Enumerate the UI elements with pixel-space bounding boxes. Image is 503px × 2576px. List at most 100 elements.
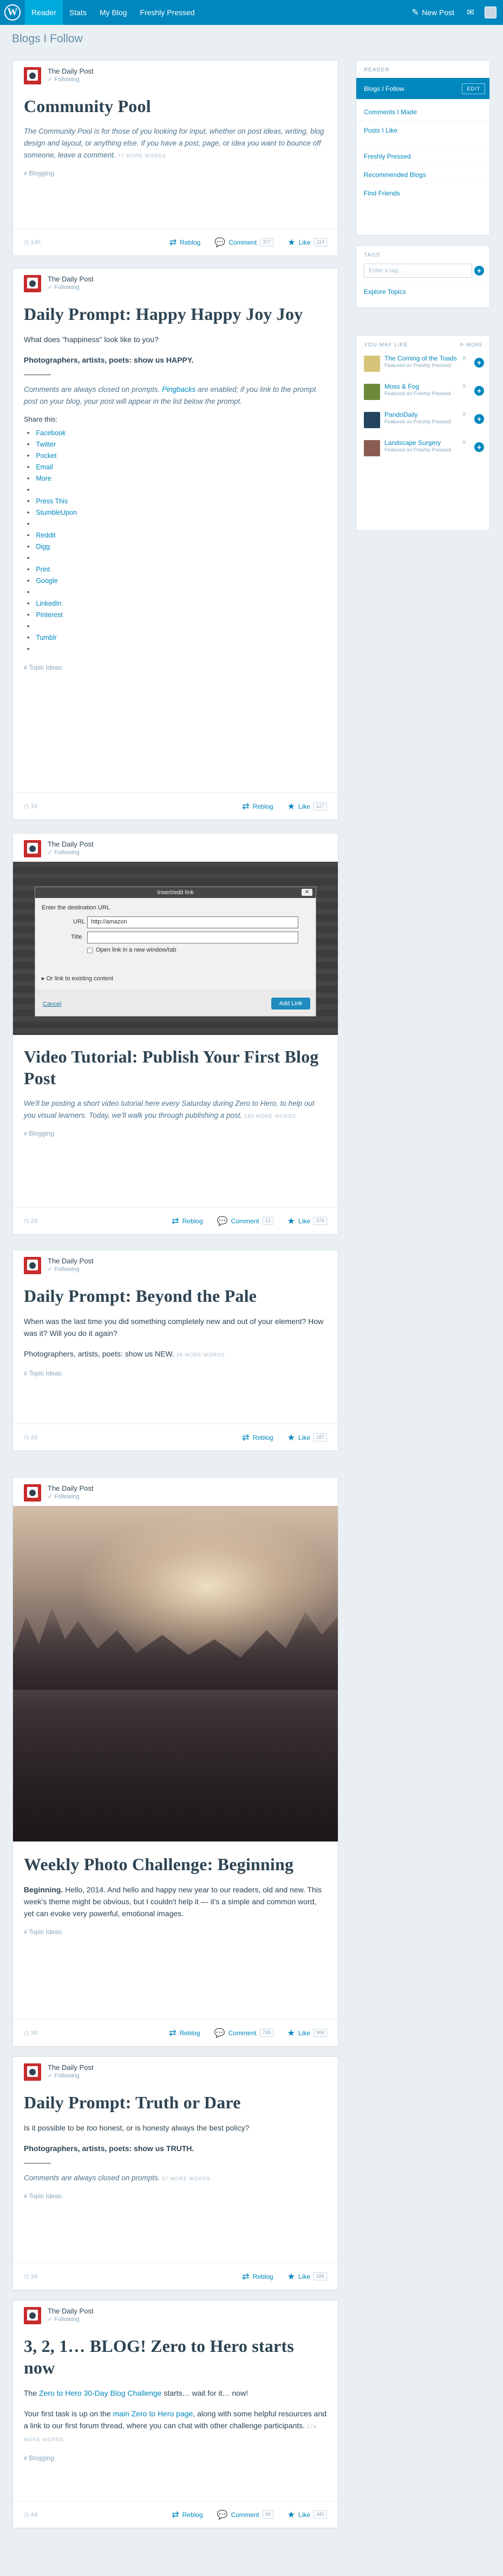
rec-thumbnail[interactable] (364, 356, 380, 372)
following-badge[interactable]: Following (48, 284, 79, 291)
sidebar-item-freshly-pressed[interactable]: Freshly Pressed (356, 147, 489, 165)
dismiss-icon[interactable]: ✕ (462, 439, 467, 446)
recommendation-item[interactable]: PandoDaily Featured on Freshly Pressed ✕ + (356, 409, 489, 437)
site-avatar[interactable] (24, 67, 41, 84)
following-badge[interactable]: Following (48, 1493, 79, 1500)
dismiss-icon[interactable]: ✕ (462, 355, 467, 362)
dismiss-icon[interactable]: ✕ (462, 383, 467, 390)
site-avatar[interactable] (24, 2063, 41, 2081)
challenge-link[interactable]: Zero to Hero 30-Day Blog Challenge (39, 2389, 161, 2397)
share-item[interactable]: Pocket (27, 450, 327, 462)
post-tag[interactable]: Topic Ideas (24, 664, 327, 671)
reblog-button[interactable]: ⇄ Reblog (242, 1432, 273, 1443)
follow-button[interactable]: + (474, 386, 484, 396)
share-item[interactable]: Email (27, 462, 327, 473)
recommendation-item[interactable]: Moss & Fog Featured on Freshly Pressed ✕ + (356, 381, 489, 409)
rec-thumbnail[interactable] (364, 412, 380, 428)
rec-title[interactable]: Moss & Fog (384, 383, 482, 391)
rec-title[interactable]: Landscape Surgery (384, 439, 482, 447)
rec-title[interactable]: PandoDaily (384, 411, 482, 419)
post-tag[interactable]: Blogging (24, 2454, 327, 2462)
share-item[interactable]: Press This (27, 496, 327, 507)
post-title[interactable]: Weekly Photo Challenge: Beginning (24, 1853, 327, 1875)
site-name[interactable]: The Daily Post (48, 1484, 94, 1492)
reblog-button[interactable]: ⇄ Reblog (172, 2509, 202, 2520)
explore-topics-link[interactable]: Explore Topics (356, 282, 489, 300)
comment-button[interactable]: 💬 Comment 377 (214, 237, 274, 248)
reblog-button[interactable]: ⇄ Reblog (169, 237, 200, 248)
rec-title[interactable]: The Coming of the Toads (384, 355, 482, 363)
comment-button[interactable]: 💬 Comment 748 (214, 2028, 273, 2038)
like-button[interactable]: ★ Like 186 (288, 2271, 327, 2282)
site-name[interactable]: The Daily Post (48, 1257, 94, 1265)
like-button[interactable]: ★ Like 114 (288, 237, 327, 248)
like-button[interactable]: ★ Like 480 (288, 2509, 327, 2520)
follow-button[interactable]: + (474, 358, 484, 368)
following-badge[interactable]: Following (48, 849, 79, 856)
site-name[interactable]: The Daily Post (48, 67, 94, 75)
more-words[interactable]: 180 MORE WORDS (244, 1113, 296, 1119)
recommendation-item[interactable]: Landscape Surgery Featured on Freshly Pre… (356, 437, 489, 465)
share-item[interactable]: Tumblr (27, 632, 327, 644)
more-words[interactable]: 77 MORE WORDS (118, 153, 167, 159)
wordpress-logo[interactable]: W (0, 0, 25, 25)
site-name[interactable]: The Daily Post (48, 840, 94, 848)
tag-input[interactable]: Enter a tag... (364, 264, 472, 278)
post-tag[interactable]: Topic Ideas (24, 1369, 327, 1377)
sidebar-item-comments[interactable]: Comments I Made (356, 102, 489, 121)
post-time[interactable]: 4d (24, 2511, 158, 2518)
new-post-button[interactable]: ✎ New Post (407, 0, 456, 25)
post-featured-image[interactable] (13, 1506, 338, 1841)
following-badge[interactable]: Following (48, 1266, 79, 1273)
share-item[interactable]: StumbleUpon (27, 507, 327, 519)
rec-thumbnail[interactable] (364, 440, 380, 456)
share-item[interactable]: Google (27, 575, 327, 587)
share-item[interactable]: LinkedIn (27, 598, 327, 609)
edit-button[interactable]: EDIT (462, 83, 485, 94)
site-name[interactable]: The Daily Post (48, 275, 94, 283)
sidebar-item-blogs-follow[interactable]: Blogs I Follow EDIT (356, 77, 489, 99)
share-item[interactable]: More (27, 473, 327, 484)
following-badge[interactable]: Following (48, 76, 79, 83)
following-badge[interactable]: Following (48, 2072, 79, 2079)
post-title[interactable]: Daily Prompt: Truth or Dare (24, 2092, 327, 2113)
following-badge[interactable]: Following (48, 2316, 79, 2323)
recommendation-item[interactable]: The Coming of the Toads Featured on Fresh… (356, 352, 489, 381)
comment-button[interactable]: 💬 Comment 13 (217, 1216, 273, 1227)
like-button[interactable]: ★ Like 376 (288, 1216, 327, 1227)
share-item[interactable]: Digg (27, 541, 327, 553)
site-avatar[interactable] (24, 275, 41, 292)
avatar[interactable] (485, 6, 497, 18)
post-title[interactable]: 3, 2, 1… BLOG! Zero to Hero starts now (24, 2335, 327, 2378)
post-title[interactable]: Video Tutorial: Publish Your First Blog … (24, 1046, 327, 1089)
share-item[interactable]: Reddit (27, 530, 327, 541)
more-recs-link[interactable]: ⟳ MORE (460, 342, 483, 348)
follow-button[interactable]: + (474, 414, 484, 424)
nav-my-blog[interactable]: My Blog (93, 0, 134, 25)
share-item[interactable]: Pinterest (27, 609, 327, 621)
like-button[interactable]: ★ Like 187 (288, 1432, 327, 1443)
post-tag[interactable]: Topic Ideas (24, 1928, 327, 1936)
sidebar-item-posts-like[interactable]: Posts I Like (356, 121, 489, 139)
like-button[interactable]: ★ Like 906 (288, 2028, 327, 2038)
more-words[interactable]: 37 MORE WORDS (162, 2176, 211, 2181)
post-title[interactable]: Daily Prompt: Happy Happy Joy Joy (24, 303, 327, 325)
sidebar-item-find-friends[interactable]: Find Friends (356, 183, 489, 202)
post-tag[interactable]: Topic Ideas (24, 2192, 327, 2200)
site-avatar[interactable] (24, 840, 41, 857)
reblog-button[interactable]: ⇄ Reblog (172, 1216, 202, 1227)
post-featured-image[interactable]: Insert/edit link ✕ Enter the destination … (13, 862, 338, 1035)
site-avatar[interactable] (24, 2307, 41, 2324)
like-button[interactable]: ★ Like 127 (288, 801, 327, 812)
site-name[interactable]: The Daily Post (48, 2307, 94, 2315)
reblog-button[interactable]: ⇄ Reblog (169, 2028, 200, 2038)
zero-to-hero-link[interactable]: main Zero to Hero page (113, 2409, 193, 2418)
sidebar-item-recommended[interactable]: Recommended Blogs (356, 165, 489, 183)
notifications-icon[interactable]: ✉ (464, 7, 477, 18)
add-tag-button[interactable]: + (474, 266, 484, 276)
pingbacks-link[interactable]: Pingbacks (162, 385, 195, 394)
rec-thumbnail[interactable] (364, 384, 380, 400)
more-words[interactable]: 28 MORE WORDS (177, 1352, 225, 1358)
dismiss-icon[interactable]: ✕ (462, 411, 467, 418)
post-time[interactable]: 2d (24, 1217, 158, 1224)
